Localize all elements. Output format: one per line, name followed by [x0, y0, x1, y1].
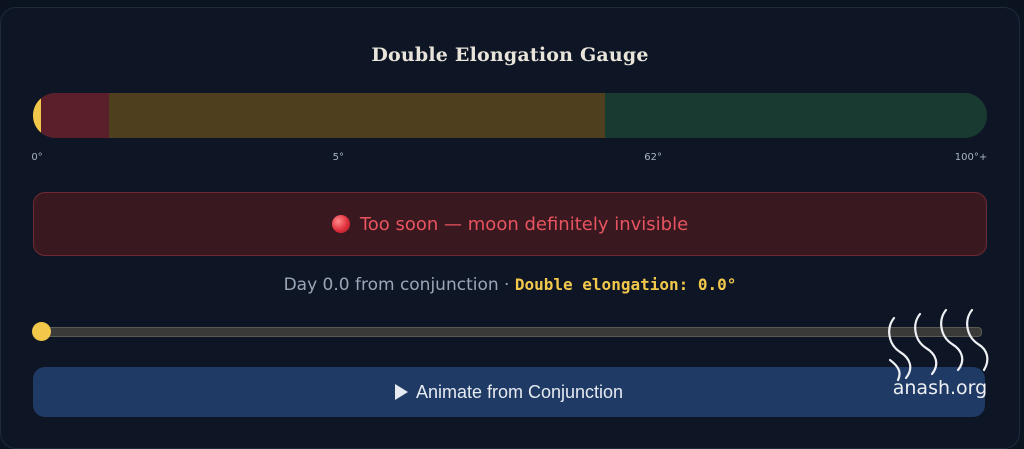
gauge-tick-label: 62° [644, 152, 662, 163]
conjunction-info: Day 0.0 from conjunction · Double elonga… [0, 275, 1020, 295]
status-banner: Too soon — moon definitely invisible [33, 192, 987, 256]
page-title: Double Elongation Gauge [371, 44, 649, 66]
double-elongation-readout: Double elongation: 0.0° [514, 275, 737, 294]
red-circle-icon [331, 215, 350, 233]
status-text: Too soon — moon definitely invisible [359, 213, 689, 235]
day-from-conjunction: Day 0.0 from conjunction · [283, 275, 515, 295]
gauge-indicator [33, 93, 41, 138]
day-slider-track[interactable] [40, 327, 982, 337]
play-icon [394, 384, 408, 400]
watermark-text: anash.org [892, 377, 988, 399]
gauge-zone-red [33, 93, 110, 138]
animate-button-label: Animate from Conjunction [415, 381, 624, 402]
gauge-zone-yellow [109, 93, 606, 138]
gauge-tick-label: 0° [31, 152, 43, 163]
animate-from-conjunction-button[interactable]: Animate from Conjunction [33, 367, 985, 417]
day-slider-thumb[interactable] [32, 322, 51, 341]
gauge-tick-label: 5° [332, 152, 344, 163]
gauge-tick-label: 100°+ [954, 152, 988, 163]
gauge-zone-green [605, 93, 987, 138]
elongation-gauge [33, 93, 987, 138]
